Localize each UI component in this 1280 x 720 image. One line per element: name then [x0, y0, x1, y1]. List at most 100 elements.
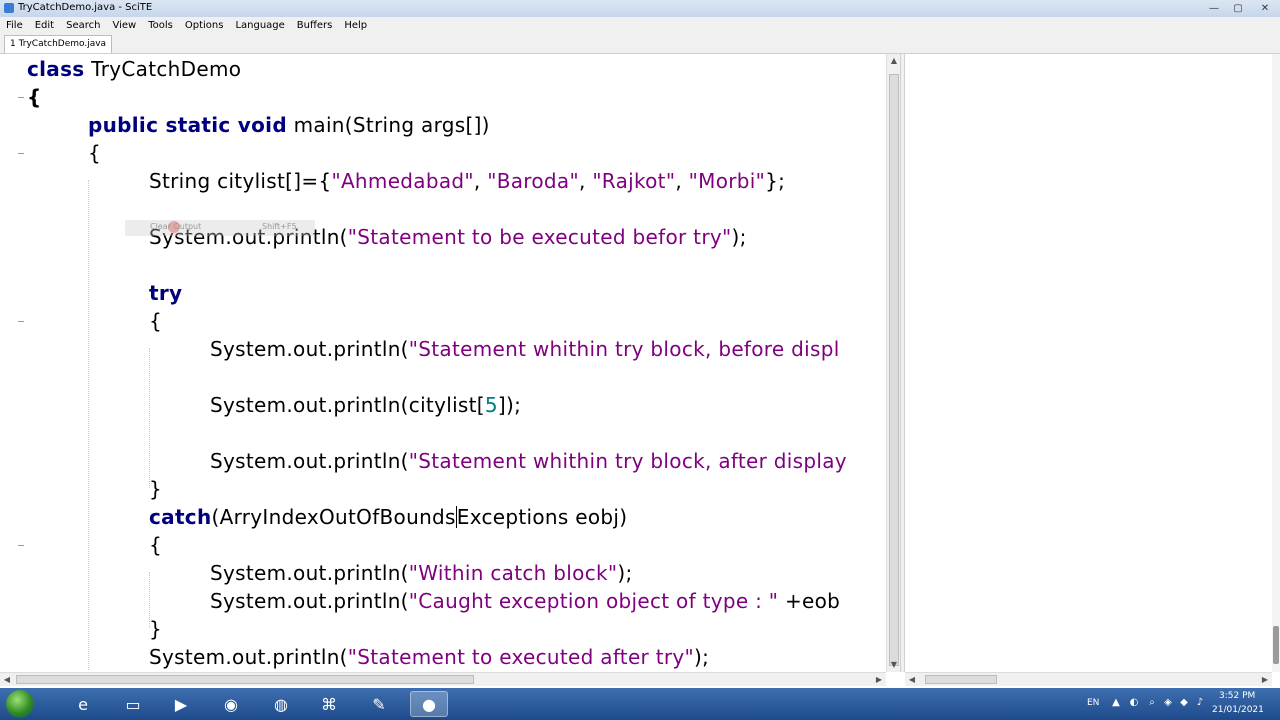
menu-view[interactable]: View [106, 17, 142, 34]
code-line: catch(ArryIndexOutOfBoundsExceptions eob… [149, 503, 627, 531]
code-text: TryCatchDemo [84, 57, 242, 81]
code-text: { [149, 533, 163, 557]
string-literal: "Ahmedabad" [331, 169, 474, 193]
indent-guide [88, 180, 89, 670]
number-literal: 5 [484, 393, 498, 417]
media-icon[interactable]: ▶ [162, 691, 200, 717]
scroll-left-icon[interactable]: ◀ [0, 673, 14, 686]
code-line: class TryCatchDemo [27, 55, 241, 83]
window-title: TryCatchDemo.java - SciTE [18, 2, 153, 13]
menu-options[interactable]: Options [179, 17, 230, 34]
clock-date[interactable]: 21/01/2021 [1212, 705, 1264, 715]
menu-tools[interactable]: Tools [142, 17, 179, 34]
string-literal: "Statement to be executed befor try" [347, 225, 732, 249]
output-horizontal-scrollbar[interactable]: ◀ ▶ [905, 672, 1272, 686]
code-text: ); [731, 225, 747, 249]
tab-trycatchdemo[interactable]: 1 TryCatchDemo.java [4, 35, 113, 53]
toolbar-tooltip: Clear Output Shift+F5 [125, 220, 315, 236]
minimize-button[interactable]: — [1202, 0, 1226, 17]
code-text: ); [617, 561, 633, 585]
code-text: , [578, 169, 593, 193]
scroll-right-icon[interactable]: ▶ [1258, 673, 1272, 686]
chrome-icon[interactable]: ◉ [212, 691, 250, 717]
menu-edit[interactable]: Edit [29, 17, 60, 34]
firefox-icon[interactable]: ◍ [262, 691, 300, 717]
string-literal: "Morbi" [688, 169, 766, 193]
fold-marker[interactable] [18, 321, 24, 322]
code-line: { [27, 83, 42, 111]
scroll-down-icon[interactable]: ▼ [887, 658, 901, 672]
search-icon[interactable]: ⌕ [1146, 697, 1158, 709]
scroll-thumb[interactable] [889, 74, 899, 666]
code-text: (ArryIndexOutOfBounds [211, 505, 456, 529]
paint-icon[interactable]: ✎ [360, 691, 398, 717]
ie-icon[interactable]: e [64, 691, 102, 717]
clock-time[interactable]: 3:52 PM [1219, 691, 1255, 701]
code-text: ); [694, 645, 710, 669]
tray-app-icon[interactable]: ◐ [1128, 697, 1140, 709]
string-literal: "Within catch block" [408, 561, 618, 585]
code-line: System.out.println("Statement whithin tr… [210, 335, 840, 363]
string-literal: "Rajkot" [592, 169, 676, 193]
code-line: System.out.println("Statement to execute… [149, 643, 709, 671]
fold-margin[interactable] [0, 54, 24, 672]
tray-app-icon[interactable]: ◈ [1162, 697, 1174, 709]
fold-marker[interactable] [18, 97, 24, 98]
explorer-icon[interactable]: ▭ [114, 691, 152, 717]
keyword: class [27, 57, 85, 81]
keyword: catch [149, 505, 212, 529]
code-line: System.out.println("Statement whithin tr… [210, 447, 847, 475]
tab-bar: 1 TryCatchDemo.java [0, 34, 1280, 54]
output-vertical-scrollbar[interactable] [1272, 54, 1280, 672]
maximize-button[interactable]: ▢ [1226, 0, 1250, 17]
code-text: } [149, 617, 163, 641]
code-text: , [675, 169, 689, 193]
close-button[interactable]: ✕ [1250, 0, 1280, 17]
code-text: { [88, 141, 102, 165]
tray-app-icon[interactable]: ◆ [1178, 697, 1190, 709]
scroll-right-icon[interactable]: ▶ [872, 673, 886, 686]
fold-marker[interactable] [18, 545, 24, 546]
code-line: { [149, 307, 162, 335]
code-text: main(String args[]) [286, 113, 490, 137]
code-text: System.out.println( [149, 645, 348, 669]
language-indicator[interactable]: EN [1087, 698, 1099, 708]
show-hidden-icons-icon[interactable]: ▲ [1110, 697, 1122, 709]
code-line: public static void main(String args[]) [88, 111, 490, 139]
code-text: { [27, 85, 42, 109]
start-button[interactable] [6, 690, 34, 718]
code-text: Exceptions eobj) [456, 505, 628, 529]
menu-file[interactable]: File [0, 17, 29, 34]
scroll-thumb[interactable] [1273, 626, 1279, 664]
menu-search[interactable]: Search [60, 17, 106, 34]
window-controls: — ▢ ✕ [1202, 0, 1280, 17]
speaker-icon[interactable]: ♪ [1194, 697, 1206, 709]
scroll-up-icon[interactable]: ▲ [887, 54, 901, 68]
output-pane[interactable] [905, 54, 1274, 672]
menu-language[interactable]: Language [229, 17, 290, 34]
editor-vertical-scrollbar[interactable]: ▲ ▼ [886, 54, 901, 672]
editor-horizontal-scrollbar[interactable]: ◀ ▶ [0, 672, 886, 686]
title-bar: TryCatchDemo.java - SciTE — ▢ ✕ [0, 0, 1280, 17]
network-icon[interactable]: ⌘ [310, 691, 348, 717]
scroll-left-icon[interactable]: ◀ [905, 673, 919, 686]
keyword: public static void [88, 113, 287, 137]
code-line: String citylist[]={"Ahmedabad", "Baroda"… [149, 167, 785, 195]
string-literal: "Baroda" [487, 169, 579, 193]
code-line: } [149, 475, 162, 503]
code-text: System.out.println( [210, 337, 409, 361]
code-text: System.out.println(citylist[ [210, 393, 485, 417]
scite-icon[interactable]: ● [410, 691, 448, 717]
string-literal: "Caught exception object of type : " [408, 589, 779, 613]
menu-buffers[interactable]: Buffers [291, 17, 339, 34]
menu-help[interactable]: Help [338, 17, 373, 34]
indent-guide [149, 348, 150, 488]
scroll-thumb[interactable] [16, 675, 474, 684]
keyword: try [149, 281, 183, 305]
code-line: try [149, 279, 182, 307]
fold-marker[interactable] [18, 153, 24, 154]
code-editor[interactable]: class TryCatchDemo { public static void … [0, 54, 886, 672]
code-line: System.out.println("Caught exception obj… [210, 587, 840, 615]
scroll-thumb[interactable] [925, 675, 997, 684]
code-line: System.out.println("Within catch block")… [210, 559, 633, 587]
